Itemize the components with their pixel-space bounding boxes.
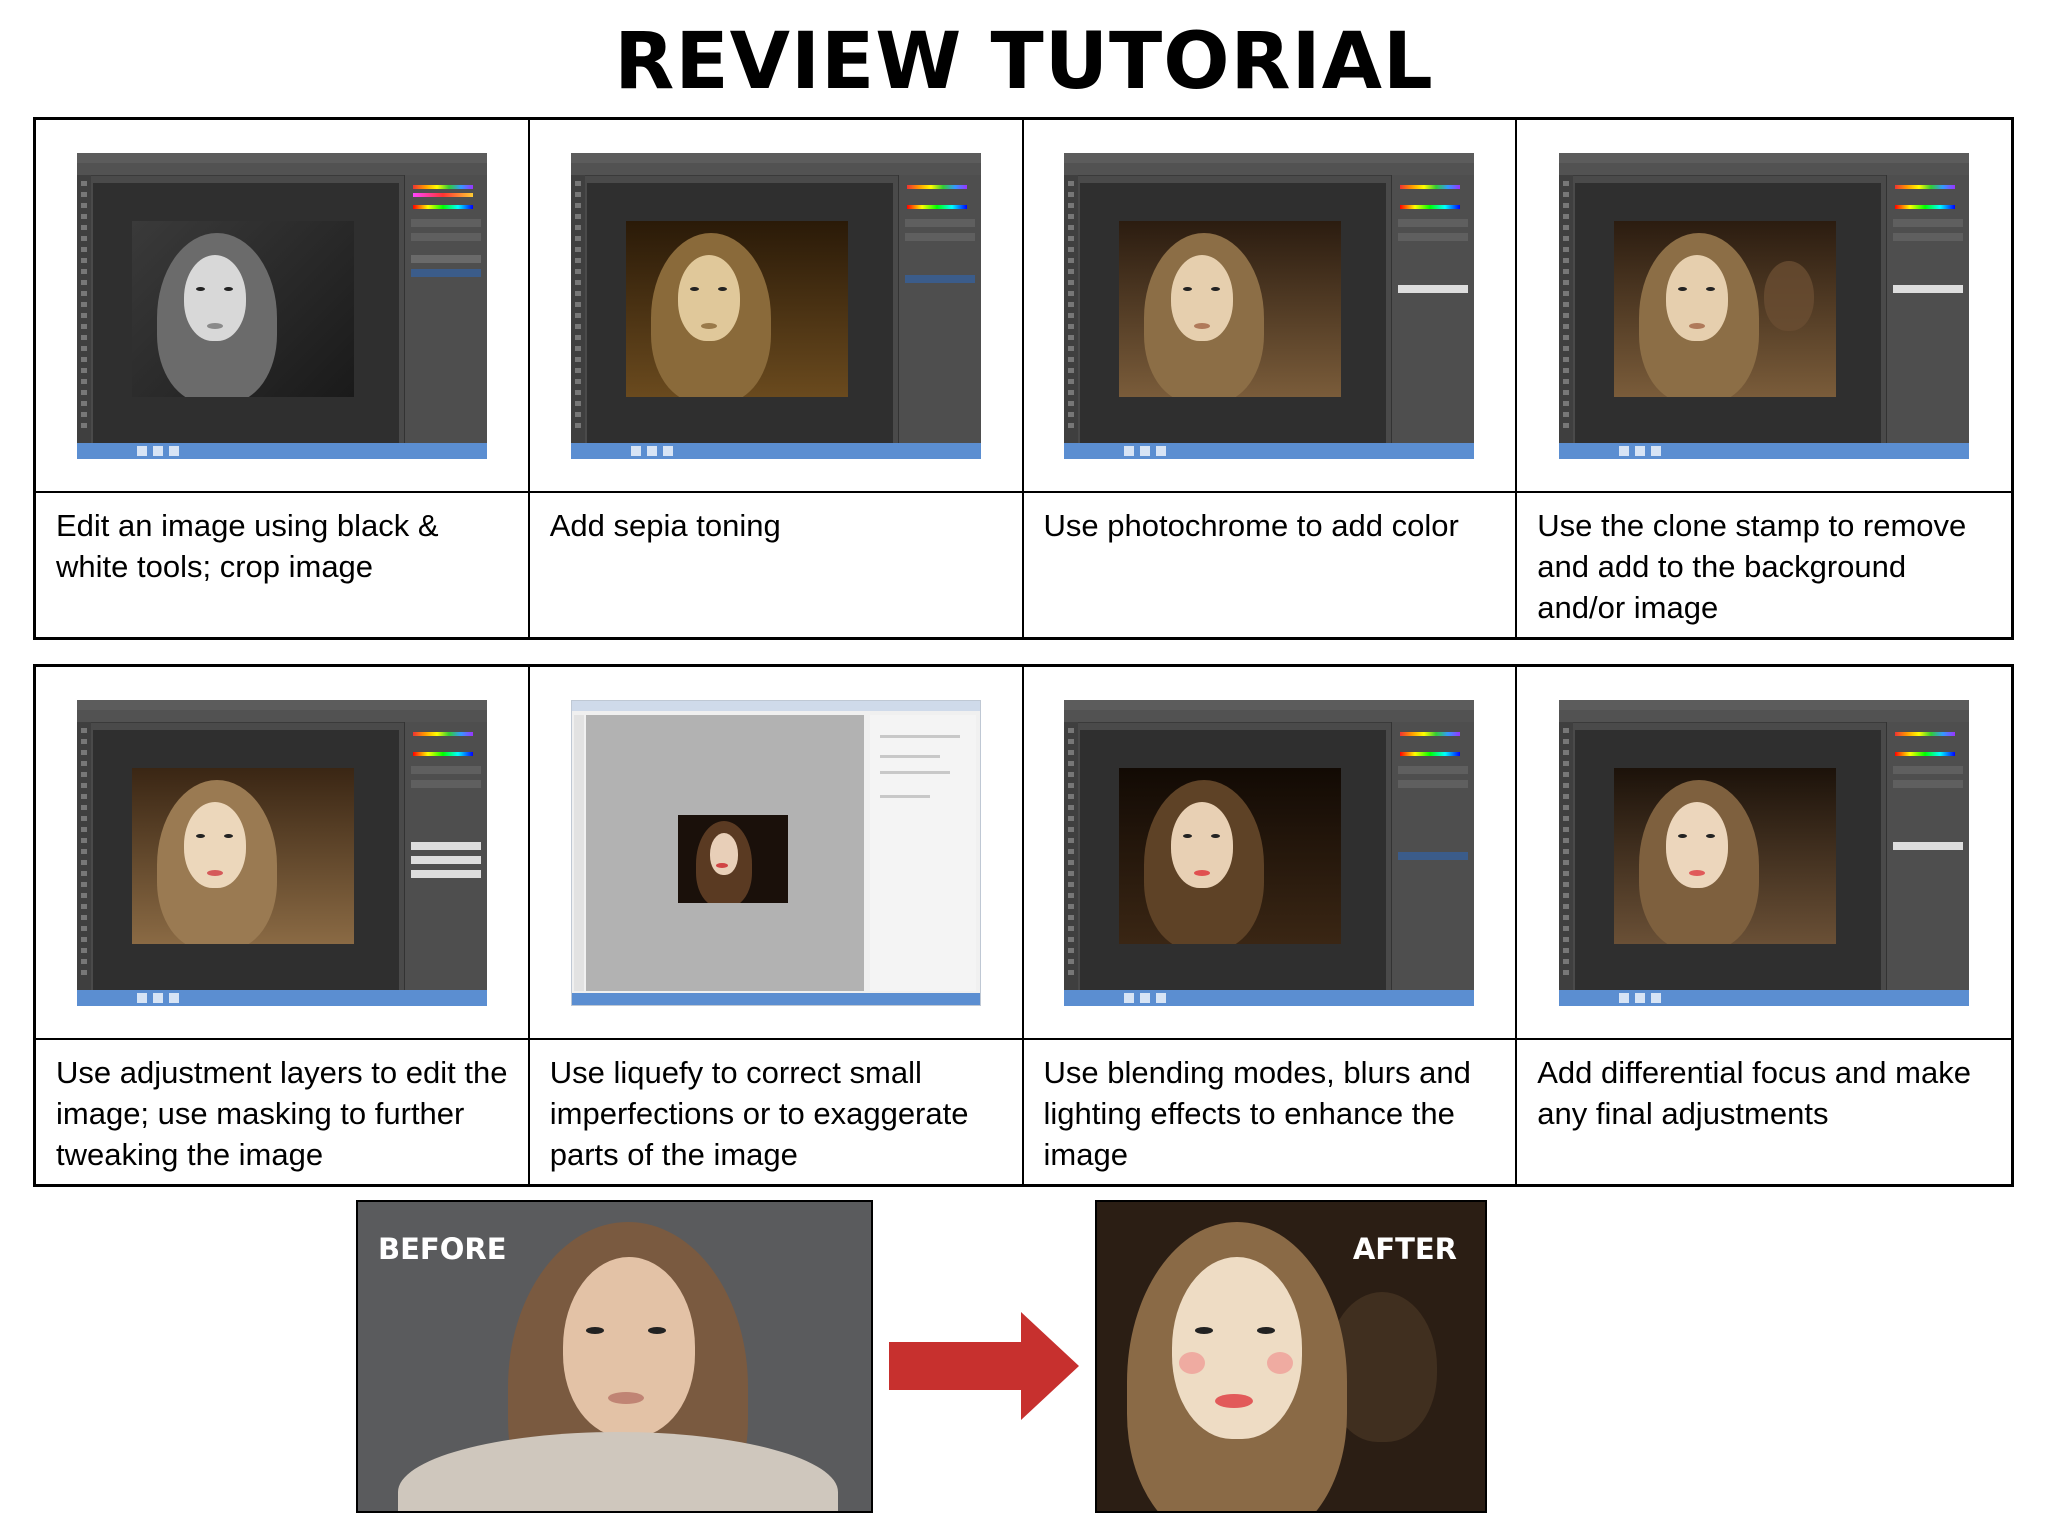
step-4-caption-cell: Use the clone stamp to remove and add to… [1517, 493, 2011, 637]
step-caption: Use adjustment layers to edit the image;… [56, 1055, 508, 1172]
portrait-photo [677, 814, 788, 903]
step-caption: Add sepia toning [549, 508, 781, 543]
step-3-image-cell [1023, 120, 1518, 493]
step-1-caption-cell: Edit an image using black & white tools;… [36, 493, 530, 637]
photoshop-screenshot [1064, 152, 1475, 459]
step-4-image-cell [1517, 120, 2011, 493]
step-2-image-cell [529, 120, 1024, 493]
step-caption: Add differential focus and make any fina… [1537, 1055, 1971, 1131]
step-6-image-cell [529, 667, 1024, 1040]
step-6-caption-cell: Use liquefy to correct small imperfectio… [530, 1040, 1024, 1184]
portrait-photo [131, 767, 354, 944]
photoshop-screenshot [1559, 152, 1970, 459]
after-label: AFTER [1352, 1232, 1457, 1266]
step-8-image-cell [1517, 667, 2011, 1040]
before-photo: BEFORE [356, 1200, 873, 1513]
step-2-caption-cell: Add sepia toning [530, 493, 1024, 637]
liquify-dialog-screenshot [570, 699, 981, 1006]
step-7-caption-cell: Use blending modes, blurs and lighting e… [1024, 1040, 1518, 1184]
portrait-photo [1119, 220, 1342, 397]
tutorial-grid-row2: Use adjustment layers to edit the image;… [33, 664, 2014, 1187]
photoshop-screenshot [1064, 699, 1475, 1006]
step-5-image-cell [36, 667, 530, 1040]
tutorial-grid-row1: Edit an image using black & white tools;… [33, 117, 2014, 640]
portrait-photo [1614, 220, 1837, 397]
after-photo: AFTER [1095, 1200, 1487, 1513]
step-5-caption-cell: Use adjustment layers to edit the image;… [36, 1040, 530, 1184]
photoshop-screenshot [1559, 699, 1970, 1006]
portrait-photo [1614, 767, 1837, 944]
before-label: BEFORE [378, 1232, 507, 1266]
photoshop-screenshot [76, 699, 487, 1006]
step-caption: Edit an image using black & white tools;… [56, 508, 439, 584]
step-caption: Use photochrome to add color [1043, 508, 1459, 543]
step-8-caption-cell: Add differential focus and make any fina… [1517, 1040, 2011, 1184]
step-3-caption-cell: Use photochrome to add color [1024, 493, 1518, 637]
photoshop-screenshot [76, 152, 487, 459]
arrow-right-icon [889, 1312, 1079, 1420]
page-title: REVIEW TUTORIAL [614, 17, 1434, 107]
portrait-photo [625, 220, 848, 397]
step-caption: Use blending modes, blurs and lighting e… [1043, 1055, 1471, 1172]
portrait-photo [131, 220, 354, 397]
portrait-photo [1119, 767, 1342, 944]
step-7-image-cell [1023, 667, 1518, 1040]
step-caption: Use the clone stamp to remove and add to… [1537, 508, 1967, 625]
step-caption: Use liquefy to correct small imperfectio… [549, 1055, 969, 1172]
step-1-image-cell [36, 120, 530, 493]
photoshop-screenshot [570, 152, 981, 459]
